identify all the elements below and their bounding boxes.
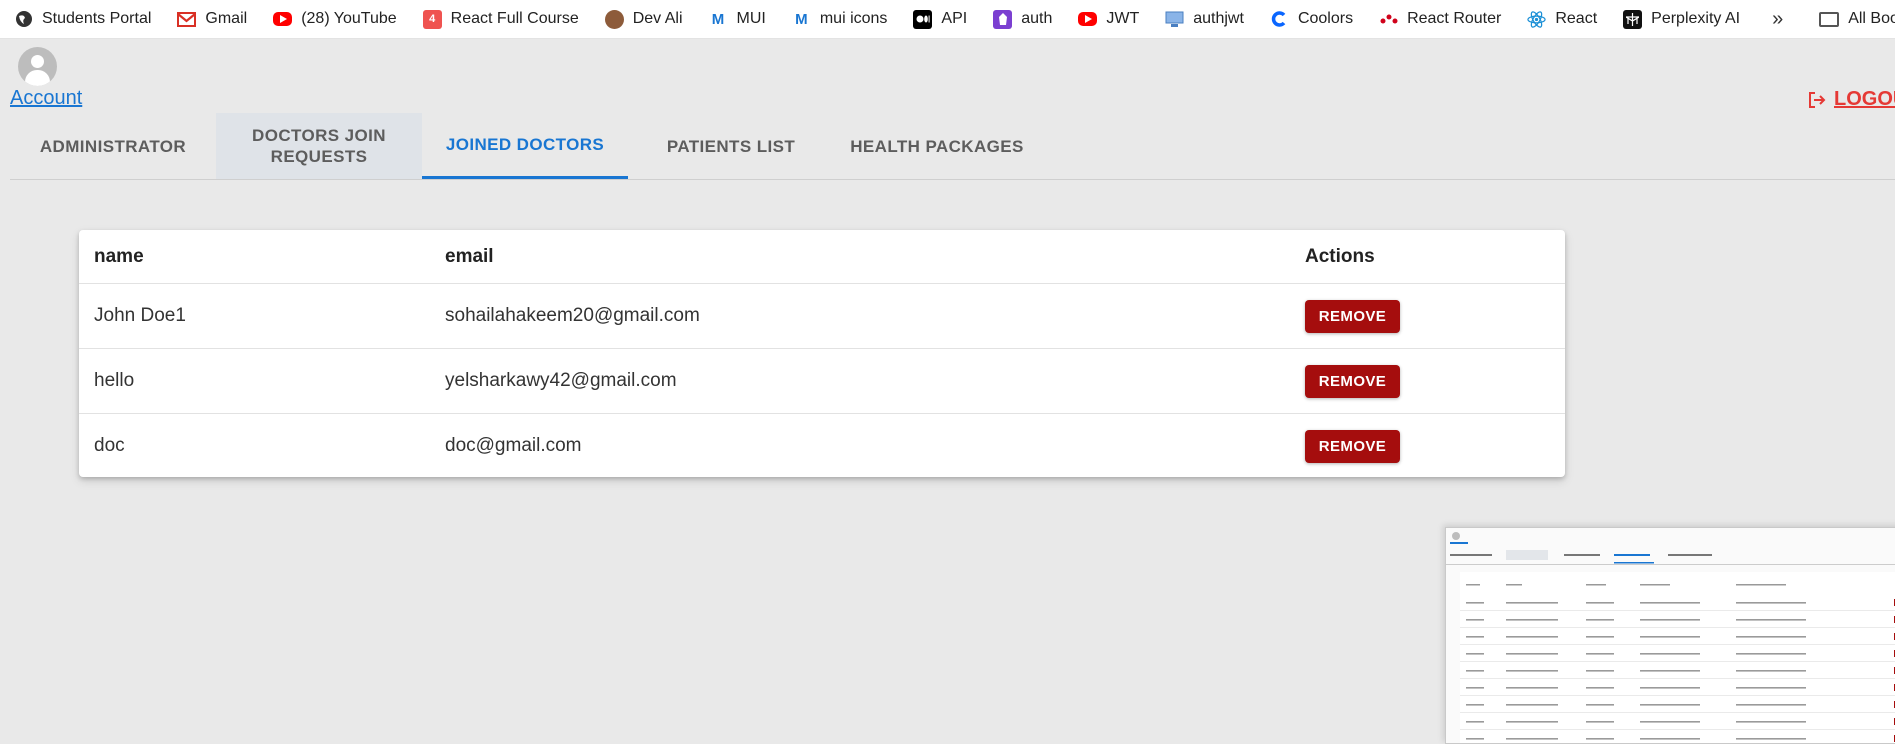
column-header-name: name: [79, 230, 430, 284]
mui-icon: M: [795, 10, 808, 28]
tab-health-packages[interactable]: HEALTH PACKAGES: [834, 113, 1040, 179]
bookmark-jwt[interactable]: JWT: [1064, 4, 1151, 34]
bookmark-label: Dev Ali: [632, 10, 683, 27]
bookmarks-overflow-button[interactable]: »: [1752, 8, 1799, 31]
bookmark-coolors[interactable]: Coolors: [1256, 4, 1365, 34]
logout-label: LOGOUT: [1834, 88, 1895, 110]
bookmark-dev-ali[interactable]: Dev Ali: [591, 4, 695, 34]
bookmark-label: MUI: [736, 10, 766, 27]
doctor-name-cell: doc: [94, 435, 125, 456]
doctor-email-cell: yelsharkawy42@gmail.com: [430, 348, 1290, 414]
react-icon: [1527, 10, 1547, 29]
course-icon: 4: [422, 9, 442, 29]
bookmark-react-full-course[interactable]: 4 React Full Course: [409, 4, 591, 34]
bookmark-label: auth: [1021, 10, 1053, 27]
bookmark-auth[interactable]: auth: [979, 4, 1064, 34]
screenshot-thumbnail[interactable]: [1445, 527, 1895, 744]
thumbnail-preview-image: [1446, 532, 1895, 743]
logout-icon: [1809, 91, 1826, 108]
bookmark-authjwt[interactable]: authjwt: [1151, 4, 1256, 34]
bookmark-mui[interactable]: M MUI: [695, 4, 778, 34]
avatar-icon: [604, 9, 624, 29]
monitor-icon: [1165, 10, 1184, 29]
bookmark-label: React Router: [1407, 10, 1502, 27]
all-bookmarks-label: All Bookmarks: [1848, 10, 1895, 27]
coolors-icon: [1270, 10, 1289, 29]
admin-tabs: ADMINISTRATOR DOCTORS JOIN REQUESTS JOIN…: [10, 113, 1895, 180]
doctor-email-cell: doc@gmail.com: [445, 435, 582, 456]
bookmark-label: authjwt: [1193, 10, 1244, 27]
table-header-row: name email Actions: [79, 230, 1565, 284]
bookmark-gmail[interactable]: Gmail: [163, 4, 259, 34]
youtube-icon: [1078, 12, 1098, 26]
column-header-actions: Actions: [1290, 230, 1565, 284]
joined-doctors-table: name email Actions John Doe1 sohailahake…: [79, 230, 1565, 478]
bookmark-label: API: [941, 10, 968, 27]
actions-cell: REMOVE: [1290, 348, 1565, 414]
bookmark-label: React: [1555, 10, 1598, 27]
bookmark-label: JWT: [1106, 10, 1140, 27]
gmail-icon: [177, 10, 197, 29]
remove-doctor-button[interactable]: REMOVE: [1305, 299, 1400, 333]
mui-icon: M: [711, 10, 725, 28]
react-router-icon: [1379, 10, 1398, 29]
bookmark-label: React Full Course: [450, 10, 579, 27]
tab-administrator[interactable]: ADMINISTRATOR: [10, 113, 216, 179]
tab-doctors-join-requests[interactable]: DOCTORS JOIN REQUESTS: [216, 113, 422, 179]
joined-doctors-table-card: name email Actions John Doe1 sohailahake…: [79, 230, 1565, 477]
medium-icon: [913, 9, 933, 29]
person-icon: [31, 55, 44, 68]
bookmark-perplexity[interactable]: Perplexity AI: [1609, 4, 1752, 34]
remove-doctor-button[interactable]: REMOVE: [1305, 429, 1400, 463]
auth-icon: [993, 9, 1013, 29]
globe-icon: [14, 10, 33, 29]
table-row: John Doe1 sohailahakeem20@gmail.com REMO…: [79, 283, 1565, 349]
tab-patients-list[interactable]: PATIENTS LIST: [628, 113, 834, 179]
bookmark-students-portal[interactable]: Students Portal: [0, 4, 163, 34]
tab-joined-doctors[interactable]: JOINED DOCTORS: [422, 113, 628, 179]
column-header-email: email: [430, 230, 1290, 284]
bookmark-label: Perplexity AI: [1651, 10, 1741, 27]
actions-cell: REMOVE: [1290, 414, 1565, 479]
logout-button[interactable]: LOGOUT: [1808, 88, 1895, 111]
table-row: doc doc@gmail.com REMOVE: [79, 414, 1565, 479]
account-avatar[interactable]: [18, 47, 57, 86]
bookmark-label: mui icons: [819, 10, 888, 27]
bookmark-react[interactable]: React: [1513, 4, 1609, 34]
bookmark-youtube[interactable]: (28) YouTube: [259, 4, 408, 34]
doctor-name-cell: hello: [79, 348, 430, 414]
bookmark-mui-icons[interactable]: M mui icons: [778, 4, 900, 34]
bookmark-api[interactable]: API: [899, 4, 979, 34]
bookmark-react-router[interactable]: React Router: [1365, 4, 1513, 34]
actions-cell: REMOVE: [1290, 283, 1565, 349]
bookmark-label: Students Portal: [42, 10, 152, 27]
account-link[interactable]: Account: [10, 87, 82, 110]
all-bookmarks-button[interactable]: All Bookmarks: [1819, 4, 1895, 34]
table-row: hello yelsharkawy42@gmail.com REMOVE: [79, 348, 1565, 414]
doctor-name-cell: John Doe1: [79, 283, 430, 349]
folder-icon: [1819, 11, 1840, 27]
youtube-icon: [273, 12, 293, 26]
bookmark-label: Gmail: [205, 10, 248, 27]
perplexity-icon: [1623, 9, 1643, 29]
bookmark-label: Coolors: [1297, 10, 1354, 27]
doctor-email-cell: sohailahakeem20@gmail.com: [430, 283, 1290, 349]
bookmark-label: (28) YouTube: [301, 10, 397, 27]
remove-doctor-button[interactable]: REMOVE: [1305, 364, 1400, 398]
bookmarks-bar: Students Portal Gmail (28) YouTube 4 Rea…: [0, 0, 1895, 39]
